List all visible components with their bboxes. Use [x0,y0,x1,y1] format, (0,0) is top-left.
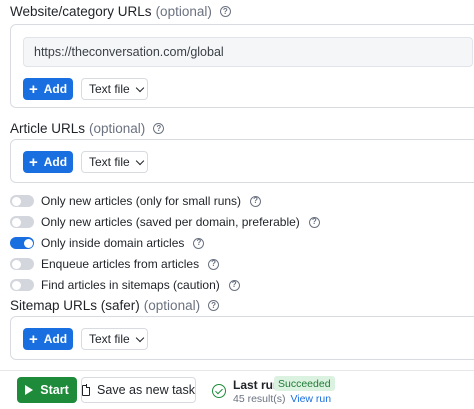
play-icon [25,385,34,395]
toggle-label: Only inside domain articles [41,236,185,250]
toggle-switch[interactable] [10,279,34,291]
question-circle-icon[interactable]: ? [153,123,165,134]
article-urls-title: Article URLs [10,121,86,136]
status-badge: Succeeded [274,376,335,391]
sitemap-urls-box: + Add Text file [10,316,474,360]
website-urls-title: Website/category URLs [10,4,152,19]
question-circle-icon[interactable]: ? [193,237,205,249]
question-circle-icon[interactable]: ? [208,258,220,270]
view-run-link[interactable]: View run [290,393,331,405]
toggle-label: Only new articles (saved per domain, pre… [41,215,300,229]
plus-icon: + [28,330,38,348]
add-button-label: Add [43,155,68,169]
start-button-label: Start [40,383,69,397]
sitemap-add-button[interactable]: + Add [23,328,73,350]
start-button[interactable]: Start [17,377,77,403]
question-circle-icon[interactable]: ? [250,195,262,207]
website-urls-optional: (optional) [155,4,212,19]
question-circle-icon[interactable]: ? [228,279,240,291]
website-source-select[interactable]: Text file [81,78,148,100]
toggle-label: Find articles in sitemaps (caution) [41,278,220,292]
toggle-sitemaps[interactable]: Find articles in sitemaps (caution) ? [10,277,240,293]
save-button-label: Save as new task [97,383,195,397]
toggle-only-new-domain[interactable]: Only new articles (saved per domain, pre… [10,214,320,230]
article-urls-label: Article URLs (optional) ? [10,121,165,136]
question-circle-icon[interactable]: ? [208,300,220,311]
website-url-field[interactable]: https://theconversation.com/global [23,37,473,67]
plus-icon: + [28,153,38,171]
question-circle-icon[interactable]: ? [308,216,320,228]
chevron-down-icon [135,156,144,165]
question-circle-icon[interactable]: ? [219,6,231,17]
add-button-label: Add [43,332,68,346]
toggle-switch[interactable] [10,195,34,207]
toggle-label: Enqueue articles from articles [41,257,200,271]
toggle-switch[interactable] [10,258,34,270]
website-urls-label: Website/category URLs (optional) ? [10,4,231,19]
sitemap-urls-optional: (optional) [143,298,201,313]
select-value: Text file [89,332,130,346]
results-count: 45 result(s) [233,393,286,405]
chevron-down-icon [135,333,144,342]
add-button-label: Add [43,82,68,96]
select-value: Text file [89,82,130,96]
sitemap-source-select[interactable]: Text file [81,328,148,350]
run-results: 45 result(s) View run [233,393,331,405]
toggle-switch[interactable] [10,216,34,228]
sitemap-urls-label: Sitemap URLs (safer) (optional) ? [10,298,220,313]
chevron-down-icon [135,83,144,92]
toggle-label: Only new articles (only for small runs) [41,194,242,208]
article-urls-box: + Add Text file [10,139,474,183]
check-circle-icon [212,384,226,398]
toggle-inside-domain[interactable]: Only inside domain articles ? [10,235,205,251]
document-icon [82,384,91,396]
article-add-button[interactable]: + Add [23,151,73,173]
plus-icon: + [28,80,38,98]
toggle-only-new-small[interactable]: Only new articles (only for small runs) … [10,193,262,209]
article-urls-optional: (optional) [89,121,146,136]
article-source-select[interactable]: Text file [81,151,148,173]
action-bar: Start Save as new task Last run Succeede… [0,370,474,409]
select-value: Text file [89,155,130,169]
website-add-button[interactable]: + Add [23,78,73,100]
website-urls-box: https://theconversation.com/global + Add… [10,24,474,108]
sitemap-urls-title: Sitemap URLs (safer) [10,298,140,313]
save-as-new-task-button[interactable]: Save as new task [81,377,196,403]
toggle-enqueue-articles[interactable]: Enqueue articles from articles ? [10,256,220,272]
toggle-switch[interactable] [10,237,34,249]
